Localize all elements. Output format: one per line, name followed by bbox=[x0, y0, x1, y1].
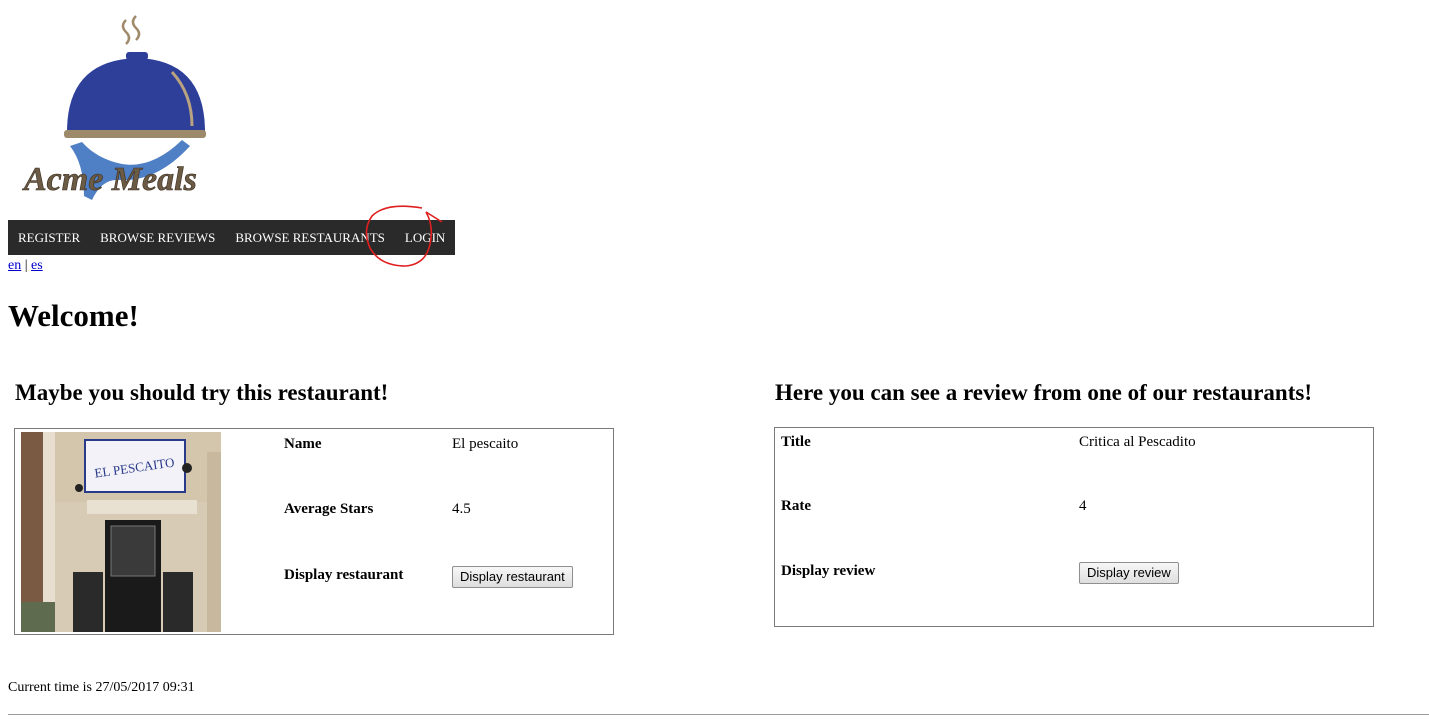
restaurant-name-label: Name bbox=[284, 436, 322, 452]
nav-browse-restaurants[interactable]: BROWSE RESTAURANTS bbox=[225, 220, 395, 255]
nav-register[interactable]: REGISTER bbox=[8, 220, 90, 255]
current-time: Current time is 27/05/2017 09:31 bbox=[8, 680, 195, 695]
display-restaurant-button[interactable]: Display restaurant bbox=[452, 566, 573, 588]
average-stars-value: 4.5 bbox=[452, 501, 471, 517]
restaurant-photo: EL PESCAITO bbox=[21, 432, 221, 632]
review-title-label: Title bbox=[781, 434, 811, 450]
review-card: Title Critica al Pescadito Rate 4 Displa… bbox=[774, 427, 1374, 627]
main-menu: REGISTER BROWSE REVIEWS BROWSE RESTAURAN… bbox=[8, 220, 456, 255]
display-restaurant-label: Display restaurant bbox=[284, 567, 404, 583]
review-title-value: Critica al Pescadito bbox=[1079, 434, 1196, 450]
average-stars-label: Average Stars bbox=[284, 501, 374, 517]
display-review-label: Display review bbox=[781, 563, 876, 579]
language-selector: en | es bbox=[8, 258, 43, 274]
review-rate-value: 4 bbox=[1079, 498, 1087, 514]
restaurant-card: EL PESCAITO Name El pescaito Average Sta… bbox=[14, 428, 614, 635]
nav-browse-reviews[interactable]: BROWSE REVIEWS bbox=[90, 220, 225, 255]
restaurant-section-heading: Maybe you should try this restaurant! bbox=[15, 380, 389, 405]
acme-meals-logo: Acme Meals bbox=[22, 15, 206, 200]
logo-text: Acme Meals bbox=[22, 161, 197, 198]
display-review-button[interactable]: Display review bbox=[1079, 562, 1179, 584]
review-rate-label: Rate bbox=[781, 498, 811, 514]
nav-login[interactable]: LOGIN bbox=[395, 220, 455, 255]
lang-es-link[interactable]: es bbox=[31, 258, 43, 273]
lang-separator: | bbox=[24, 258, 28, 273]
lang-en-link[interactable]: en bbox=[8, 258, 21, 273]
footer-divider bbox=[8, 714, 1429, 715]
review-section-heading: Here you can see a review from one of ou… bbox=[775, 380, 1312, 405]
restaurant-name-value: El pescaito bbox=[452, 436, 519, 452]
page-title: Welcome! bbox=[8, 298, 139, 333]
